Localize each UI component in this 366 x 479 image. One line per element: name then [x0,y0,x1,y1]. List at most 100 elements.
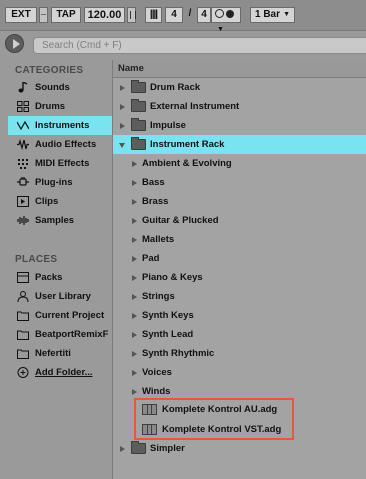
sidebar-item-label: BeatportRemixF [35,329,109,340]
disclosure-right-icon[interactable] [132,332,137,338]
sidebar-item-audio-effects[interactable]: Audio Effects [8,135,112,154]
nudge-button[interactable] [39,7,48,23]
browser-row-simpler[interactable]: Simpler [113,439,366,458]
disclosure-down-icon[interactable] [119,143,125,148]
disclosure-right-icon[interactable] [132,370,137,376]
browser-row-ambient-evolving[interactable]: Ambient & Evolving [113,154,366,173]
sidebar-item-samples[interactable]: Samples [8,211,112,230]
user-icon [17,291,29,302]
disclosure-right-icon[interactable] [132,161,137,167]
disclosure-right-icon[interactable] [132,351,137,357]
browser-row-synth-keys[interactable]: Synth Keys [113,306,366,325]
note-icon [18,82,28,93]
browser-row-komplete-kontrol-vst[interactable]: Komplete Kontrol VST.adg [113,420,366,439]
sidebar-item-sounds[interactable]: Sounds [8,78,112,97]
disclosure-right-icon[interactable] [120,85,125,91]
sidebar-item-packs[interactable]: Packs [8,268,112,287]
disclosure-right-icon[interactable] [120,123,125,129]
disclosure-right-icon[interactable] [132,218,137,224]
tap-tempo-button[interactable]: TAP [51,7,81,23]
time-signature-numerator[interactable]: 4 [165,7,183,23]
add-icon [17,367,29,378]
chevron-down-icon: ▼ [283,11,290,18]
browser-row-winds[interactable]: Winds [113,382,366,401]
browser-row-guitar-plucked[interactable]: Guitar & Plucked [113,211,366,230]
places-title: PLACES [15,254,58,265]
browser-row-impulse[interactable]: Impulse [113,116,366,135]
midi-fx-icon [18,159,28,169]
row-label: Drum Rack [150,82,201,93]
sidebar-item-label: Clips [35,196,59,207]
browser-row-pad[interactable]: Pad [113,249,366,268]
folder-icon [131,441,146,454]
row-label: Piano & Keys [142,272,203,283]
disclosure-right-icon[interactable] [132,294,137,300]
browser-row-drum-rack[interactable]: Drum Rack [113,78,366,97]
disclosure-right-icon[interactable] [132,256,137,262]
row-label: Pad [142,253,160,264]
packs-icon [17,272,29,283]
browser-row-piano-keys[interactable]: Piano & Keys [113,268,366,287]
sidebar-item-clips[interactable]: Clips [8,192,112,211]
preview-play-button[interactable] [5,34,24,53]
disclosure-right-icon[interactable] [132,180,137,186]
disclosure-right-icon[interactable] [120,104,125,110]
rack-preset-icon [142,404,157,415]
audio-fx-icon [17,139,29,150]
disclosure-right-icon[interactable] [132,275,137,281]
browser-row-synth-lead[interactable]: Synth Lead [113,325,366,344]
search-input[interactable] [33,37,366,54]
sidebar-item-label: Plug-ins [35,177,73,188]
quantization-menu[interactable]: 1 Bar ▼ [250,7,295,23]
sidebar-item-beatportremixf[interactable]: BeatportRemixF [8,325,112,344]
sidebar-item-label: MIDI Effects [35,158,90,169]
row-label: Strings [142,291,175,302]
add-folder-button[interactable]: Add Folder... [8,363,112,382]
sidebar-item-instruments[interactable]: Instruments [8,116,112,135]
metronome-button[interactable]: ▼ [211,7,241,33]
wave-icon [17,120,29,131]
row-label: Mallets [142,234,175,245]
row-label: Komplete Kontrol VST.adg [162,424,282,435]
disclosure-right-icon[interactable] [132,389,137,395]
sidebar-item-label: Nefertiti [35,348,71,359]
browser-row-mallets[interactable]: Mallets [113,230,366,249]
search-row [0,31,366,59]
disclosure-right-icon[interactable] [132,313,137,319]
sidebar-item-user-library[interactable]: User Library [8,287,112,306]
sidebar-item-drums[interactable]: Drums [8,97,112,116]
tempo-nudge-icon[interactable] [127,7,136,23]
sidebar-item-midi-effects[interactable]: MIDI Effects [8,154,112,173]
disclosure-right-icon[interactable] [132,199,137,205]
row-label: Synth Keys [142,310,194,321]
row-label: Ambient & Evolving [142,158,232,169]
browser-row-instrument-rack[interactable]: Instrument Rack [113,135,366,154]
time-signature-slash: / [188,8,192,19]
ext-sync-button[interactable]: EXT [5,7,37,23]
sidebar-item-label: Packs [35,272,63,283]
sidebar-item-label: Audio Effects [35,139,97,150]
row-label: Simpler [150,443,185,454]
sidebar-item-current-project[interactable]: Current Project [8,306,112,325]
time-signature-denominator[interactable]: 4 [197,7,211,23]
browser-row-brass[interactable]: Brass [113,192,366,211]
browser-row-bass[interactable]: Bass [113,173,366,192]
tempo-field[interactable]: 120.00 [84,7,125,23]
name-column-header[interactable]: Name [113,60,366,78]
sidebar-item-plug-ins[interactable]: Plug-ins [8,173,112,192]
sidebar-item-label: Drums [35,101,66,112]
disclosure-right-icon[interactable] [132,237,137,243]
sidebar-item-label: User Library [35,291,91,302]
browser-row-external-instrument[interactable]: External Instrument [113,97,366,116]
row-label: Synth Rhythmic [142,348,215,359]
folder-icon [17,330,29,340]
disclosure-right-icon[interactable] [120,446,125,452]
browser-row-synth-rhythmic[interactable]: Synth Rhythmic [113,344,366,363]
sidebar-item-nefertiti[interactable]: Nefertiti [8,344,112,363]
browser-row-komplete-kontrol-au[interactable]: Komplete Kontrol AU.adg [113,400,366,419]
bars-icon: |||| [145,7,162,23]
browser-row-strings[interactable]: Strings [113,287,366,306]
row-label: Bass [142,177,165,188]
browser-row-voices[interactable]: Voices [113,363,366,382]
sidebar-item-label: Instruments [35,120,90,131]
